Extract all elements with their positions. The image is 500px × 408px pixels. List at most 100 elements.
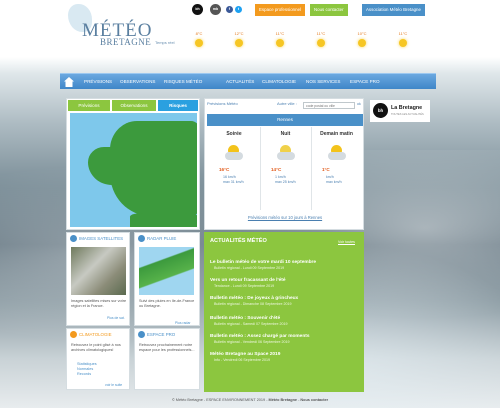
- clim-item[interactable]: Records: [77, 372, 91, 377]
- radar-thumbnail[interactable]: [139, 247, 194, 295]
- association-button[interactable]: Association Météo Bretagne: [362, 4, 425, 16]
- period-gust: max km/h: [326, 179, 342, 184]
- news-item[interactable]: Bulletin météo : Assez chargé par moment…: [210, 334, 360, 344]
- nav-services[interactable]: NOS SERVICES: [306, 74, 340, 90]
- pro-space-button[interactable]: Espace professionnel: [255, 4, 305, 16]
- news-headline[interactable]: Bulletin météo : Souvenir d'été: [210, 316, 360, 321]
- satellite-card[interactable]: IMAGES SATELLITES Images satellites mise…: [66, 232, 130, 326]
- radar-card[interactable]: RADAR PLUIE Suivi des pluies en Ile-de-F…: [134, 232, 200, 326]
- forecast-col-morning: Demain matin 1°C km/h max km/h: [311, 127, 361, 210]
- mb-icon[interactable]: mb: [210, 4, 221, 15]
- more-link[interactable]: voir le suite: [105, 383, 122, 387]
- sun-icon: [317, 39, 325, 47]
- more-link[interactable]: Plus radar: [175, 321, 190, 325]
- news-headline[interactable]: Bulletin météo : De joyeux à grincheux: [210, 296, 360, 301]
- climatology-card[interactable]: CLIMATOLOGIE Retrouvez le point glisé à …: [66, 328, 130, 390]
- news-item[interactable]: Bulletin météo : Souvenir d'été Bulletin…: [210, 316, 360, 326]
- radar-icon: [138, 235, 145, 242]
- forecast-col-evening: Soirée 16°C 16 km/h max 31 km/h: [209, 127, 259, 210]
- search-ok-button[interactable]: ok: [357, 102, 361, 106]
- news-item[interactable]: Bulletin météo : De joyeux à grincheux B…: [210, 296, 360, 306]
- city-search-input[interactable]: [303, 102, 355, 109]
- news-headline[interactable]: Météo Bretagne au Space 2019: [210, 352, 360, 357]
- brittany-vigilance-map[interactable]: [70, 113, 197, 227]
- period-gust: max 31 km/h: [223, 179, 244, 184]
- card-title: RADAR PLUIE: [147, 236, 177, 241]
- sun-icon: [276, 39, 284, 47]
- nav-risques[interactable]: RISQUES MÉTÉO: [164, 74, 202, 90]
- land-mass: [88, 147, 128, 185]
- city-name: Rennes: [207, 114, 363, 126]
- other-city-label: Autre ville :: [277, 101, 297, 106]
- ad-title: La Bretagne: [391, 105, 423, 111]
- night-cloudy-icon: [275, 145, 297, 161]
- news-item[interactable]: Météo Bretagne au Space 2019 Info - Vend…: [210, 352, 360, 362]
- news-item[interactable]: Vers un retour fracassant de l'été Tenda…: [210, 278, 360, 288]
- nav-actualites[interactable]: ACTUALITÉS: [226, 74, 254, 90]
- more-link[interactable]: Plus de sat.: [107, 316, 125, 320]
- day-temp: 11°C: [316, 31, 326, 36]
- day-temp: 12°C: [234, 31, 244, 36]
- period-title: Nuit: [280, 131, 291, 137]
- contact-button[interactable]: Nous contacter: [310, 4, 348, 16]
- sun-icon: [358, 39, 366, 47]
- home-icon[interactable]: [64, 77, 74, 87]
- ad-banner[interactable]: bh La Bretagne TOUTES LES ACTUALITÉS: [370, 100, 430, 122]
- footer-contact-link[interactable]: Nous contacter: [300, 398, 328, 402]
- news-meta: Tendance - Lundi 09 Septembre 2019: [214, 284, 275, 288]
- nav-previsions[interactable]: PRÉVISIONS: [84, 74, 112, 90]
- forecast-day[interactable]: 11°C Samedi: [265, 31, 295, 53]
- news-headline[interactable]: Le bulletin météo de votre mardi 10 sept…: [210, 260, 360, 265]
- day-name: Lundi: [357, 49, 367, 53]
- forecast-day[interactable]: 12°C Après-demain: [224, 31, 254, 53]
- forecast-day[interactable]: 10°C Lundi: [347, 31, 377, 53]
- forecast-day[interactable]: 11°C Mardi: [388, 31, 418, 53]
- period-temp: 1°C: [322, 167, 330, 172]
- footer-site-link[interactable]: Météo Bretagne: [269, 398, 297, 402]
- forecast-day[interactable]: 8°C Aujourd'hui: [184, 31, 214, 53]
- day-name: Après-demain: [227, 49, 251, 53]
- day-name: Aujourd'hui: [190, 49, 208, 53]
- tab-observations[interactable]: Observations: [112, 100, 156, 111]
- news-headline[interactable]: Bulletin météo : Assez chargé par moment…: [210, 334, 360, 339]
- ad-tagline: TOUTES LES ACTUALITÉS: [391, 113, 424, 116]
- news-meta: Info - Vendredi 06 Septembre 2019: [214, 358, 270, 362]
- sun-icon: [235, 39, 243, 47]
- partly-cloudy-icon: [223, 145, 245, 161]
- nav-espace-pro[interactable]: ESPACE PRO: [350, 74, 380, 90]
- tab-previsions[interactable]: Prévisions: [68, 100, 110, 111]
- period-gust: max 25 km/h: [275, 179, 296, 184]
- day-name: Samedi: [273, 49, 287, 53]
- card-text: Suivi des pluies en Ile-de-France ou Bre…: [139, 299, 195, 308]
- pro-space-card[interactable]: ESPACE PRO Retrouvez prochainement notre…: [134, 328, 200, 390]
- temps-reel-label[interactable]: Temps réel: [155, 40, 175, 45]
- period-temp: 16°C: [219, 167, 230, 172]
- logo-subtitle[interactable]: BRETAGNE: [100, 37, 151, 47]
- card-title: IMAGES SATELLITES: [79, 236, 124, 241]
- news-panel: ACTUALITÉS MÉTÉO Voir toutes Le bulletin…: [204, 232, 364, 392]
- main-nav: PRÉVISIONS OBSERVATIONS RISQUES MÉTÉO AC…: [60, 73, 436, 89]
- news-headline[interactable]: Vers un retour fracassant de l'été: [210, 278, 360, 283]
- ten-day-forecast-link[interactable]: Prévisions météo sur 10 jours à Rennes: [205, 215, 365, 220]
- satellite-thumbnail[interactable]: [71, 247, 126, 295]
- forecast-col-night: Nuit 14°C 1 km/h max 25 km/h: [260, 127, 310, 210]
- tab-risques[interactable]: Risques: [158, 100, 198, 111]
- nav-climatologie[interactable]: CLIMATOLOGIE: [262, 74, 296, 90]
- news-item[interactable]: Le bulletin météo de votre mardi 10 sept…: [210, 260, 360, 270]
- sun-icon: [399, 39, 407, 47]
- satellite-icon: [70, 235, 77, 242]
- card-text: Retrouvez le point glisé à nos archives …: [71, 343, 121, 352]
- nav-observations[interactable]: OBSERVATIONS: [120, 74, 155, 90]
- day-name: Mardi: [398, 49, 408, 53]
- facebook-icon[interactable]: f: [226, 6, 233, 13]
- all-news-link[interactable]: Voir toutes: [338, 240, 355, 244]
- bh-logo: bh: [373, 103, 388, 118]
- map-card: Prévisions Observations Risques: [66, 98, 200, 230]
- news-title: ACTUALITÉS MÉTÉO: [210, 238, 267, 244]
- footer: © Météo Bretagne - ESPACE ENVIRONNEMENT …: [171, 398, 329, 402]
- forecast-day[interactable]: 11°C Dimanche: [306, 31, 336, 53]
- day-temp: 11°C: [275, 31, 285, 36]
- card-title: CLIMATOLOGIE: [79, 332, 112, 337]
- bh-icon[interactable]: bh: [192, 4, 203, 15]
- twitter-icon[interactable]: t: [235, 6, 242, 13]
